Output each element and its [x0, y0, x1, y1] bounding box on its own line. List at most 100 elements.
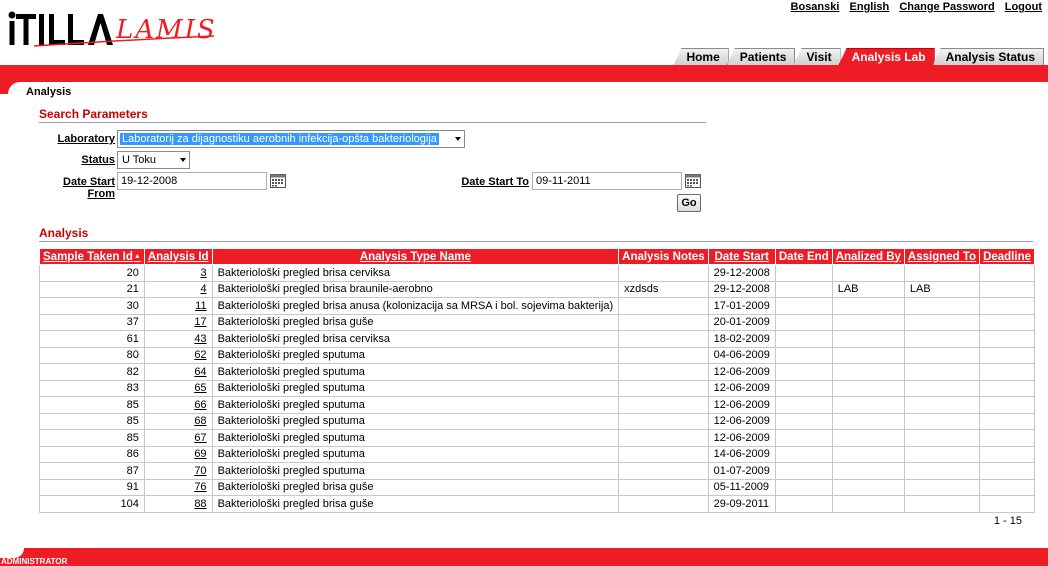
col-header-sample-taken-id[interactable]: Sample Taken Id▲: [39, 248, 145, 265]
calendar-icon[interactable]: [685, 174, 701, 188]
link-logout[interactable]: Logout: [1005, 1, 1042, 13]
status-select[interactable]: U Toku: [117, 151, 190, 169]
cell-analysis-id[interactable]: 17: [143, 313, 213, 331]
cell-assigned-to: [903, 379, 981, 397]
cell-sample-taken-id: 91: [39, 478, 145, 496]
cell-date-start: 12-06-2009: [707, 363, 776, 381]
subnav: Analysis: [0, 82, 1048, 102]
cell-date-start: 12-06-2009: [707, 412, 776, 430]
cell-analysis-notes: [618, 297, 709, 315]
cell-analysis-id[interactable]: 68: [143, 412, 213, 430]
laboratory-select[interactable]: Laboratorij za dijagnostiku aerobnih inf…: [117, 130, 465, 148]
cell-analysis-id[interactable]: 67: [143, 429, 213, 447]
cell-sample-taken-id: 86: [39, 445, 145, 463]
cell-date-end: [774, 280, 833, 298]
table-row[interactable]: 91 76 Bakteriološki pregled brisa guše 05-1…: [39, 478, 1035, 496]
cell-analysis-id[interactable]: 69: [143, 445, 213, 463]
table-row[interactable]: 87 70 Bakteriološki pregled sputuma 01-07-2…: [39, 462, 1035, 480]
cell-analysis-id[interactable]: 4: [143, 280, 213, 298]
cell-analized-by: [831, 396, 905, 414]
col-header-deadline[interactable]: Deadline: [979, 248, 1035, 265]
tab-patients[interactable]: Patients: [726, 48, 796, 65]
cell-analysis-type-name: Bakteriološki pregled sputuma: [211, 445, 620, 463]
table-row[interactable]: 83 65 Bakteriološki pregled sputuma 12-06-2…: [39, 379, 1035, 397]
cell-analized-by: [831, 478, 905, 496]
cell-analysis-id[interactable]: 76: [143, 478, 213, 496]
cell-analized-by: [831, 462, 905, 480]
breadcrumb: Analysis: [26, 86, 72, 98]
cell-analysis-type-name: Bakteriološki pregled brisa cerviksa: [211, 264, 620, 282]
cell-analysis-notes: [618, 363, 709, 381]
cell-sample-taken-id: 104: [39, 495, 145, 513]
cell-assigned-to: LAB: [903, 280, 981, 298]
cell-deadline: [979, 445, 1035, 463]
cell-analysis-type-name: Bakteriološki pregled sputuma: [211, 346, 620, 364]
table-row[interactable]: 30 11 Bakteriološki pregled brisa anusa (k…: [39, 297, 1035, 315]
cell-analysis-id[interactable]: 62: [143, 346, 213, 364]
cell-deadline: [979, 330, 1035, 348]
col-header-label: Sample Taken Id: [43, 250, 133, 263]
go-button[interactable]: Go: [677, 194, 701, 212]
table-row[interactable]: 85 66 Bakteriološki pregled sputuma 12-06-2…: [39, 396, 1035, 414]
cell-analysis-id[interactable]: 65: [143, 379, 213, 397]
cell-analysis-id[interactable]: 70: [143, 462, 213, 480]
table-row[interactable]: 80 62 Bakteriološki pregled sputuma 04-06-2…: [39, 346, 1035, 364]
link-change-password[interactable]: Change Password: [899, 1, 994, 13]
cell-analysis-type-name: Bakteriološki pregled sputuma: [211, 363, 620, 381]
link-bosanski[interactable]: Bosanski: [791, 1, 840, 13]
cell-deadline: [979, 478, 1035, 496]
cell-analysis-notes: [618, 445, 709, 463]
col-header-analysis-type-name[interactable]: Analysis Type Name: [211, 248, 620, 265]
cell-analysis-id[interactable]: 11: [143, 297, 213, 315]
cell-analysis-type-name: Bakteriološki pregled brisa braunile-aer…: [211, 280, 620, 298]
cell-analized-by: [831, 379, 905, 397]
table-row[interactable]: 86 69 Bakteriološki pregled sputuma 14-06-2…: [39, 445, 1035, 463]
cell-deadline: [979, 379, 1035, 397]
status-label: Status: [81, 154, 115, 166]
tab-analysis-status[interactable]: Analysis Status: [932, 48, 1044, 65]
analysis-section-title: Analysis: [39, 226, 89, 240]
table-row[interactable]: 85 67 Bakteriološki pregled sputuma 12-06-2…: [39, 429, 1035, 447]
date-start-to-input[interactable]: [532, 172, 682, 190]
cell-analysis-notes: [618, 264, 709, 282]
app-logo: LAMIS: [4, 10, 218, 50]
table-row[interactable]: 21 4 Bakteriološki pregled brisa braunile-…: [39, 280, 1035, 298]
col-header-analysis-notes: Analysis Notes: [618, 248, 709, 265]
cell-deadline: [979, 429, 1035, 447]
cell-date-end: [774, 297, 833, 315]
table-row[interactable]: 104 88 Bakteriološki pregled brisa guše 29-…: [39, 495, 1035, 513]
table-row[interactable]: 82 64 Bakteriološki pregled sputuma 12-06-2…: [39, 363, 1035, 381]
cell-deadline: [979, 462, 1035, 480]
table-row[interactable]: 20 3 Bakteriološki pregled brisa cerviksa 2…: [39, 264, 1035, 282]
table-row[interactable]: 61 43 Bakteriološki pregled brisa cerviksa…: [39, 330, 1035, 348]
calendar-icon[interactable]: [270, 174, 286, 188]
header-bar: [0, 65, 1048, 82]
col-header-analized-by[interactable]: Analized By: [831, 248, 905, 265]
table-row[interactable]: 37 17 Bakteriološki pregled brisa guše 20-0…: [39, 313, 1035, 331]
cell-analysis-id[interactable]: 64: [143, 363, 213, 381]
cell-analysis-id[interactable]: 43: [143, 330, 213, 348]
tab-visit[interactable]: Visit: [793, 48, 841, 65]
cell-date-start: 12-06-2009: [707, 429, 776, 447]
cell-date-end: [774, 429, 833, 447]
cell-date-start: 12-06-2009: [707, 396, 776, 414]
date-start-from-input[interactable]: [117, 172, 267, 190]
col-header-analysis-id[interactable]: Analysis Id: [143, 248, 213, 265]
link-english[interactable]: English: [850, 1, 890, 13]
tab-home[interactable]: Home: [673, 48, 729, 65]
col-header-date-start[interactable]: Date Start: [707, 248, 776, 265]
cell-date-start: 04-06-2009: [707, 346, 776, 364]
col-header-assigned-to[interactable]: Assigned To: [903, 248, 981, 265]
cell-deadline: [979, 264, 1035, 282]
cell-analysis-id[interactable]: 66: [143, 396, 213, 414]
cell-analysis-type-name: Bakteriološki pregled brisa guše: [211, 478, 620, 496]
pagination-range: 1 - 15: [993, 515, 1022, 527]
cell-analysis-id[interactable]: 88: [143, 495, 213, 513]
cell-sample-taken-id: 87: [39, 462, 145, 480]
tab-analysis-lab[interactable]: Analysis Lab: [838, 48, 935, 65]
cell-analysis-type-name: Bakteriološki pregled sputuma: [211, 429, 620, 447]
cell-analysis-id[interactable]: 3: [143, 264, 213, 282]
cell-analysis-notes: [618, 429, 709, 447]
table-row[interactable]: 85 68 Bakteriološki pregled sputuma 12-06-2…: [39, 412, 1035, 430]
main-tabs: Home Patients Visit Analysis Lab Analysi…: [673, 48, 1044, 65]
